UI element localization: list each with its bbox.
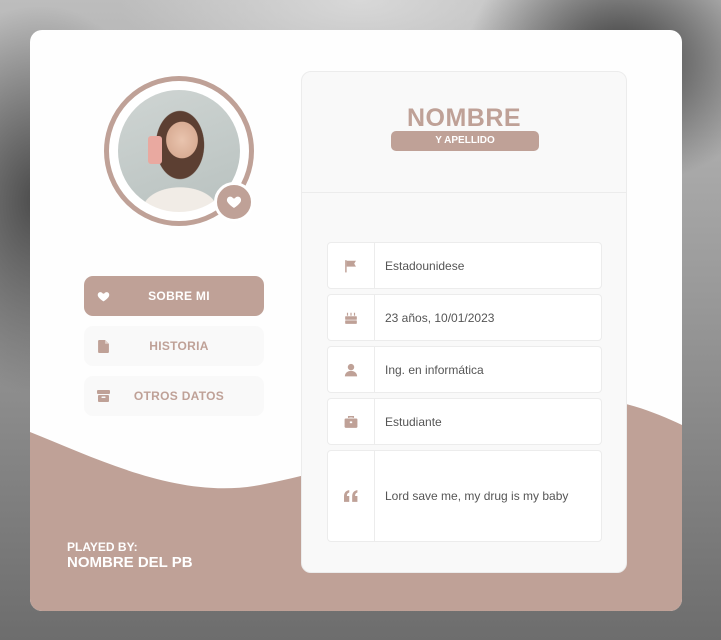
field-value: Lord save me, my drug is my baby bbox=[385, 489, 569, 503]
quote-icon bbox=[328, 451, 375, 541]
menu-item-sobre-mi[interactable]: SOBRE MI bbox=[84, 276, 264, 316]
box-icon bbox=[94, 387, 112, 405]
field-status: Estudiante bbox=[327, 398, 602, 445]
cake-icon bbox=[328, 295, 375, 340]
field-value: Estadounidese bbox=[385, 258, 465, 273]
played-by-name: NOMBRE DEL PB bbox=[67, 554, 193, 571]
page-title: NOMBRE bbox=[406, 104, 522, 132]
played-by: PLAYED BY: NOMBRE DEL PB bbox=[67, 540, 193, 572]
menu-item-historia[interactable]: HISTORIA bbox=[84, 326, 264, 366]
field-nationality: Estadounidese bbox=[327, 242, 602, 289]
menu-item-label: HISTORIA bbox=[149, 339, 209, 353]
flag-icon bbox=[328, 243, 375, 288]
menu-item-label: OTROS DATOS bbox=[133, 389, 225, 403]
field-value: Estudiante bbox=[385, 414, 442, 429]
field-occupation: Ing. en informática bbox=[327, 346, 602, 393]
briefcase-icon bbox=[328, 399, 375, 444]
info-panel: NOMBRE Y APELLIDO Estadounidese 23 años,… bbox=[301, 71, 627, 573]
profile-card: SOBRE MI HISTORIA OTROS DATOS PLAYED BY:… bbox=[30, 30, 682, 611]
field-age: 23 años, 10/01/2023 bbox=[327, 294, 602, 341]
field-quote: Lord save me, my drug is my baby bbox=[327, 450, 602, 542]
name-header: NOMBRE Y APELLIDO bbox=[302, 72, 626, 193]
menu-item-otros-datos[interactable]: OTROS DATOS bbox=[84, 376, 264, 416]
heart-icon bbox=[226, 196, 242, 208]
heart-badge[interactable] bbox=[214, 182, 254, 222]
menu-item-label: SOBRE MI bbox=[148, 289, 210, 303]
heart-icon bbox=[94, 287, 112, 305]
field-value: 23 años, 10/01/2023 bbox=[385, 310, 495, 325]
file-icon bbox=[94, 337, 112, 355]
user-icon bbox=[328, 347, 375, 392]
surname-badge: Y APELLIDO bbox=[391, 131, 539, 151]
played-by-label: PLAYED BY: bbox=[67, 540, 138, 554]
field-value: Ing. en informática bbox=[385, 362, 484, 377]
